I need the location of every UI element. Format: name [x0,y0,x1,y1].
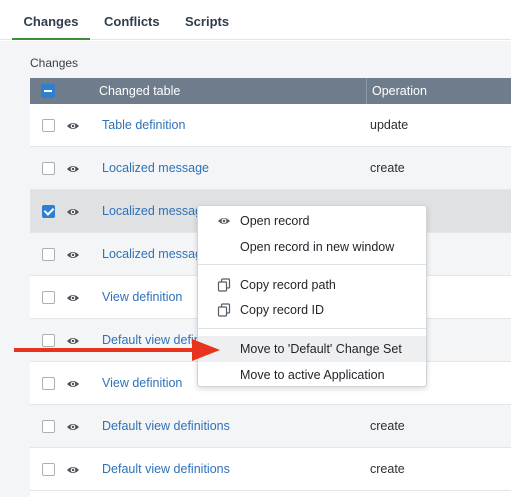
menu-item-label: Open record in new window [240,240,395,254]
menu-item-copy-record-path[interactable]: Copy record path [198,272,426,298]
row-checkbox[interactable] [42,119,55,132]
eye-icon[interactable] [66,119,80,131]
eye-icon[interactable] [66,377,80,389]
operation-value: update [370,118,409,132]
menu-item-label: Move to active Application [240,368,385,382]
row-checkbox[interactable] [42,420,55,433]
menu-item-label: Open record [240,214,310,228]
eye-icon[interactable] [66,420,80,432]
table-row[interactable]: Localized message create [30,147,511,190]
menu-item-label: Copy record ID [240,303,325,317]
tab-scripts[interactable]: Scripts [185,0,229,40]
row-checkbox[interactable] [42,377,55,390]
changed-table-link[interactable]: Default view definitions [102,419,230,433]
eye-icon [218,218,230,224]
operation-value: create [370,161,405,175]
row-checkbox[interactable] [42,205,55,218]
column-header-changed-table[interactable]: Changed table [99,84,180,98]
column-header-operation[interactable]: Operation [372,84,427,98]
menu-item-copy-record-id[interactable]: Copy record ID [198,297,426,323]
changed-table-link[interactable]: Localized message [102,247,209,261]
select-all-checkbox[interactable] [41,84,55,98]
column-divider[interactable] [366,78,367,104]
table-row[interactable]: Table definition update [30,104,511,147]
table-header: Changed table Operation [30,78,511,104]
tab-changes[interactable]: Changes [12,0,90,40]
operation-value: create [370,462,405,476]
operation-value: create [370,419,405,433]
tab-conflicts[interactable]: Conflicts [104,0,160,40]
table-row[interactable]: Default view definitions create [30,448,511,491]
menu-item-open-record-new-window[interactable]: Open record in new window [198,234,426,260]
changed-table-link[interactable]: Localized message [102,161,209,175]
context-menu: Open record Open record in new window Co… [197,205,427,387]
eye-icon[interactable] [66,291,80,303]
changed-table-link[interactable]: View definition [102,290,182,304]
tab-bar: Changes Conflicts Scripts [0,0,511,40]
eye-icon[interactable] [66,248,80,260]
menu-item-move-to-default-change-set[interactable]: Move to 'Default' Change Set [198,336,426,362]
changed-table-link[interactable]: Default view definitions [102,462,230,476]
red-arrow-annotation [14,339,220,361]
menu-item-label: Copy record path [240,278,336,292]
section-label: Changes [30,56,79,70]
changed-table-link[interactable]: View definition [102,376,182,390]
menu-item-label: Move to 'Default' Change Set [240,342,402,356]
menu-item-move-to-active-application[interactable]: Move to active Application [198,362,426,388]
eye-icon[interactable] [66,463,80,475]
copy-icon [217,278,231,292]
table-row[interactable]: Default view definitions create [30,405,511,448]
changed-table-link[interactable]: Table definition [102,118,185,132]
eye-icon[interactable] [66,205,80,217]
menu-divider [198,264,426,265]
eye-icon[interactable] [66,162,80,174]
row-checkbox[interactable] [42,248,55,261]
copy-icon [217,303,231,317]
changed-table-link[interactable]: Localized message [102,204,209,218]
menu-item-open-record[interactable]: Open record [198,208,426,234]
menu-divider [198,328,426,329]
row-checkbox[interactable] [42,162,55,175]
row-checkbox[interactable] [42,463,55,476]
row-checkbox[interactable] [42,291,55,304]
